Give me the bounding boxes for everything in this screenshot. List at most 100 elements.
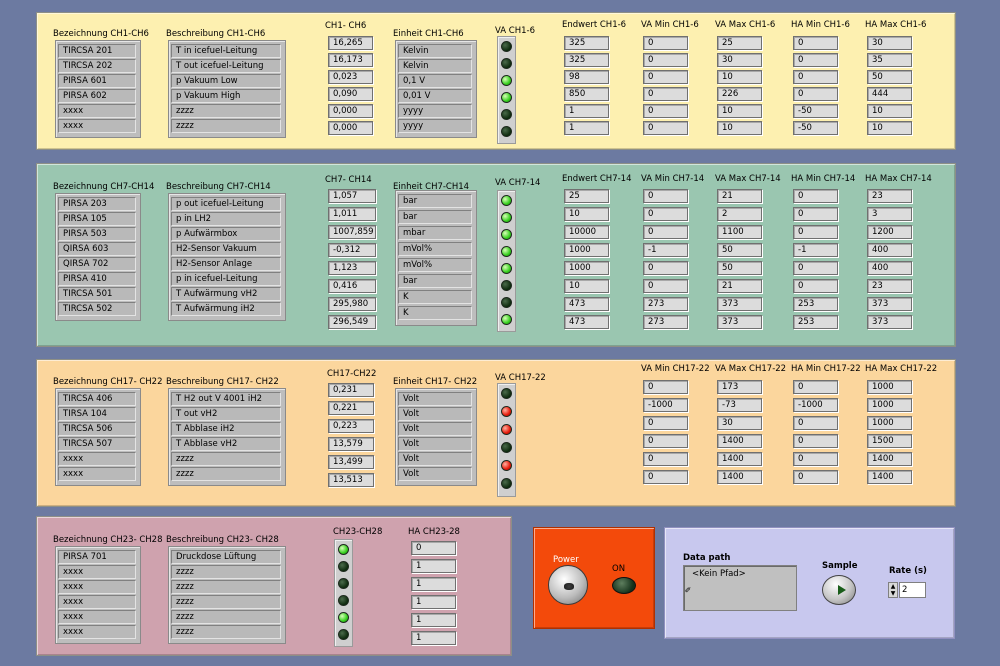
vamax-ch7-14[interactable]: 50 — [717, 243, 762, 257]
endwert-ch7-14[interactable]: 473 — [564, 297, 609, 311]
hamax-ch7-14[interactable]: 400 — [867, 261, 912, 275]
hamin-ch7-14[interactable]: 0 — [793, 189, 838, 203]
vamax-ch7-14[interactable]: 21 — [717, 189, 762, 203]
name-ch17-22-row[interactable]: TIRSA 104 — [58, 407, 136, 421]
hamin-ch7-14[interactable]: 253 — [793, 297, 838, 311]
name-ch1-6-row[interactable]: TIRCSA 202 — [58, 59, 136, 73]
description-ch23-28-row[interactable]: zzzz — [171, 580, 281, 594]
hamin-ch1-6[interactable]: 0 — [793, 36, 838, 50]
endwert-ch7-14[interactable]: 25 — [564, 189, 609, 203]
vamax-ch1-6[interactable]: 10 — [717, 70, 762, 84]
hamax-ch7-14[interactable]: 373 — [867, 297, 912, 311]
hamin-ch1-6[interactable]: 0 — [793, 87, 838, 101]
vamin-ch17-22[interactable]: 0 — [643, 380, 688, 394]
endwert-ch1-6[interactable]: 850 — [564, 87, 609, 101]
unit-ch7-14-row[interactable]: K — [398, 290, 472, 304]
vamax-ch7-14[interactable]: 1100 — [717, 225, 762, 239]
hamin-ch7-14[interactable]: 0 — [793, 225, 838, 239]
vamin-ch1-6[interactable]: 0 — [643, 87, 688, 101]
hamax-ch1-6[interactable]: 50 — [867, 70, 912, 84]
hamax-ch1-6[interactable]: 30 — [867, 36, 912, 50]
name-ch1-6-row[interactable]: xxxx — [58, 104, 136, 118]
description-ch1-6-row[interactable]: T out icefuel-Leitung — [171, 59, 281, 73]
unit-ch7-14-row[interactable]: bar — [398, 274, 472, 288]
ha-ch23-28[interactable]: 1 — [411, 631, 456, 645]
description-ch17-22-row[interactable]: T Abblase vH2 — [171, 437, 281, 451]
unit-ch7-14-row[interactable]: K — [398, 306, 472, 320]
unit-ch7-14-row[interactable]: mVol% — [398, 258, 472, 272]
description-ch7-14-row[interactable]: H2-Sensor Vakuum — [171, 242, 281, 256]
hamin-ch1-6[interactable]: -50 — [793, 121, 838, 135]
hamax-ch17-22[interactable]: 1500 — [867, 434, 912, 448]
description-ch7-14-row[interactable]: p out icefuel-Leitung — [171, 197, 281, 211]
unit-ch17-22-row[interactable]: Volt — [398, 467, 472, 481]
hamax-ch7-14[interactable]: 373 — [867, 315, 912, 329]
vamin-ch17-22[interactable]: 0 — [643, 416, 688, 430]
endwert-ch7-14[interactable]: 10 — [564, 207, 609, 221]
vamin-ch1-6[interactable]: 0 — [643, 121, 688, 135]
vamax-ch17-22[interactable]: -73 — [717, 398, 762, 412]
hamin-ch1-6[interactable]: 0 — [793, 70, 838, 84]
description-ch23-28-row[interactable]: zzzz — [171, 565, 281, 579]
vamin-ch7-14[interactable]: 273 — [643, 315, 688, 329]
unit-ch17-22-row[interactable]: Volt — [398, 407, 472, 421]
unit-ch1-6-row[interactable]: Kelvin — [398, 59, 472, 73]
name-ch7-14-row[interactable]: PIRSA 503 — [58, 227, 136, 241]
vamax-ch7-14[interactable]: 373 — [717, 315, 762, 329]
description-ch7-14-row[interactable]: T Aufwärmung iH2 — [171, 302, 281, 316]
ha-ch23-28[interactable]: 1 — [411, 595, 456, 609]
description-ch1-6-row[interactable]: p Vakuum High — [171, 89, 281, 103]
hamax-ch7-14[interactable]: 3 — [867, 207, 912, 221]
hamin-ch17-22[interactable]: 0 — [793, 380, 838, 394]
endwert-ch1-6[interactable]: 1 — [564, 104, 609, 118]
unit-ch1-6-row[interactable]: Kelvin — [398, 44, 472, 58]
vamax-ch17-22[interactable]: 30 — [717, 416, 762, 430]
hamax-ch17-22[interactable]: 1400 — [867, 452, 912, 466]
hamax-ch7-14[interactable]: 400 — [867, 243, 912, 257]
description-ch7-14-row[interactable]: H2-Sensor Anlage — [171, 257, 281, 271]
vamin-ch1-6[interactable]: 0 — [643, 104, 688, 118]
vamax-ch1-6[interactable]: 226 — [717, 87, 762, 101]
description-ch7-14-row[interactable]: p in icefuel-Leitung — [171, 272, 281, 286]
hamax-ch17-22[interactable]: 1400 — [867, 470, 912, 484]
description-ch1-6-row[interactable]: zzzz — [171, 104, 281, 118]
vamax-ch7-14[interactable]: 21 — [717, 279, 762, 293]
description-ch7-14-row[interactable]: p Aufwärmbox — [171, 227, 281, 241]
description-ch7-14-row[interactable]: T Aufwärmung vH2 — [171, 287, 281, 301]
vamax-ch17-22[interactable]: 173 — [717, 380, 762, 394]
vamin-ch17-22[interactable]: -1000 — [643, 398, 688, 412]
hamin-ch17-22[interactable]: 0 — [793, 434, 838, 448]
description-ch17-22-row[interactable]: T Abblase iH2 — [171, 422, 281, 436]
unit-ch17-22-row[interactable]: Volt — [398, 452, 472, 466]
description-ch23-28-row[interactable]: zzzz — [171, 610, 281, 624]
unit-ch7-14-row[interactable]: mVol% — [398, 242, 472, 256]
description-ch1-6-row[interactable]: zzzz — [171, 119, 281, 133]
vamax-ch1-6[interactable]: 25 — [717, 36, 762, 50]
hamin-ch7-14[interactable]: 253 — [793, 315, 838, 329]
vamin-ch7-14[interactable]: 0 — [643, 207, 688, 221]
hamin-ch7-14[interactable]: 0 — [793, 279, 838, 293]
unit-ch7-14-row[interactable]: mbar — [398, 226, 472, 240]
hamax-ch7-14[interactable]: 23 — [867, 279, 912, 293]
vamax-ch7-14[interactable]: 373 — [717, 297, 762, 311]
name-ch7-14-row[interactable]: PIRSA 203 — [58, 197, 136, 211]
name-ch23-28-row[interactable]: xxxx — [58, 625, 136, 639]
unit-ch17-22-row[interactable]: Volt — [398, 422, 472, 436]
endwert-ch7-14[interactable]: 473 — [564, 315, 609, 329]
vamin-ch7-14[interactable]: 0 — [643, 261, 688, 275]
vamin-ch1-6[interactable]: 0 — [643, 53, 688, 67]
hamin-ch1-6[interactable]: -50 — [793, 104, 838, 118]
vamax-ch17-22[interactable]: 1400 — [717, 452, 762, 466]
name-ch17-22-row[interactable]: TIRCSA 406 — [58, 392, 136, 406]
endwert-ch1-6[interactable]: 325 — [564, 36, 609, 50]
ha-ch23-28[interactable]: 1 — [411, 613, 456, 627]
unit-ch7-14-row[interactable]: bar — [398, 194, 472, 208]
browse-icon[interactable]: ✎ — [684, 586, 693, 593]
description-ch17-22-row[interactable]: zzzz — [171, 452, 281, 466]
hamax-ch17-22[interactable]: 1000 — [867, 398, 912, 412]
name-ch7-14-row[interactable]: PIRSA 410 — [58, 272, 136, 286]
unit-ch1-6-row[interactable]: 0,01 V — [398, 89, 472, 103]
endwert-ch1-6[interactable]: 1 — [564, 121, 609, 135]
sample-button[interactable] — [822, 575, 856, 605]
description-ch1-6-row[interactable]: T in icefuel-Leitung — [171, 44, 281, 58]
